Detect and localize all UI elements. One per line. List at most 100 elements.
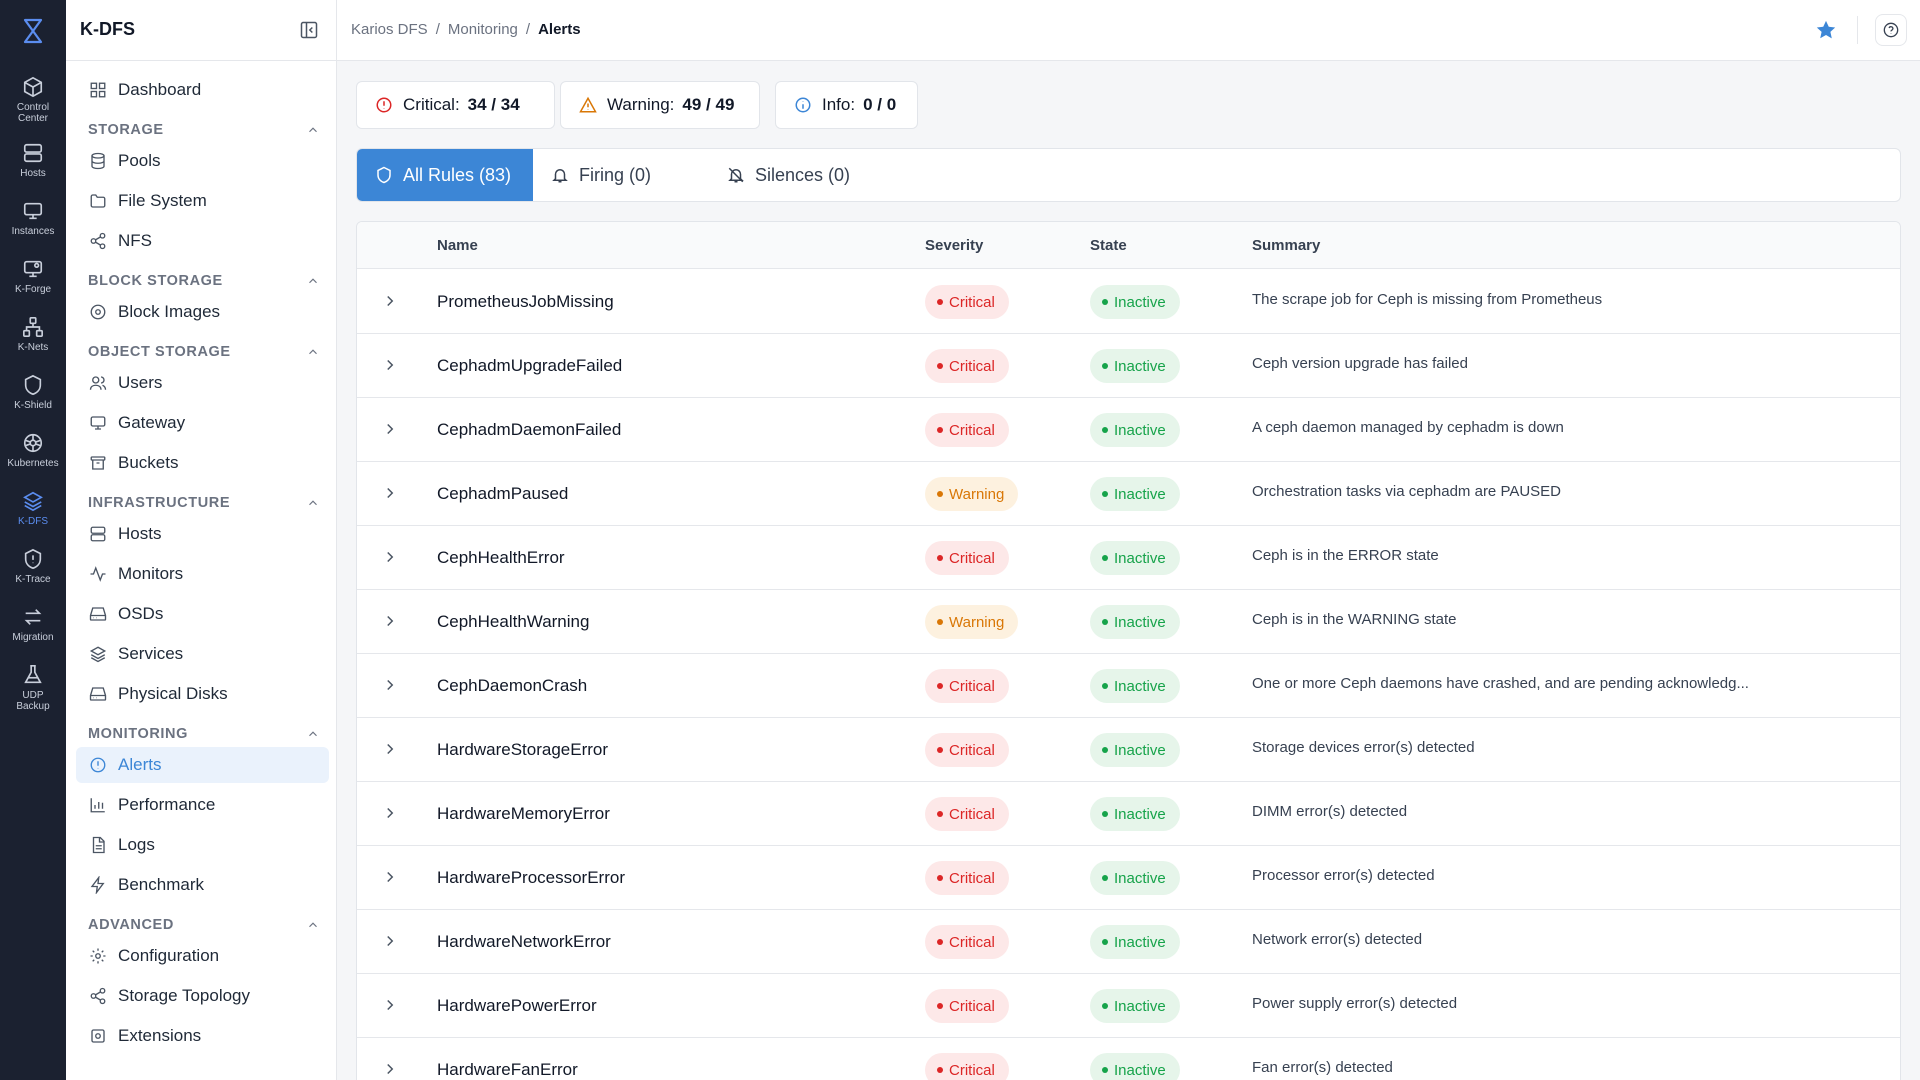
database-icon xyxy=(88,151,108,171)
table-row[interactable]: HardwareFanError Critical Inactive Fan erro… xyxy=(357,1038,1900,1080)
rail-item-migration[interactable]: Migration xyxy=(0,598,66,656)
section-monitoring[interactable]: MONITORING xyxy=(88,724,320,744)
table-row[interactable]: CephHealthWarning Warning Inactive Ceph is … xyxy=(357,590,1900,654)
chevron-right-icon[interactable] xyxy=(381,292,399,310)
tab-label: Firing (0) xyxy=(579,164,652,185)
table-row[interactable]: CephDaemonCrash Critical Inactive One or mo… xyxy=(357,654,1900,718)
chevron-right-icon[interactable] xyxy=(381,612,399,630)
column-header-state[interactable]: State xyxy=(1090,237,1127,254)
sidebar-item-alerts[interactable]: Alerts xyxy=(76,747,329,783)
sidebar-item-file-system[interactable]: File System xyxy=(76,183,329,219)
tab-firing[interactable]: Firing (0) xyxy=(533,149,669,201)
rail-item-instances[interactable]: Instances xyxy=(0,192,66,250)
state-badge: Inactive xyxy=(1090,733,1180,767)
sidebar-item-pools[interactable]: Pools xyxy=(76,143,329,179)
sidebar-item-physical-disks[interactable]: Physical Disks xyxy=(76,676,329,712)
table-row[interactable]: CephadmPaused Warning Inactive Orchestratio… xyxy=(357,462,1900,526)
layers-icon xyxy=(88,644,108,664)
sidebar-item-nfs[interactable]: NFS xyxy=(76,223,329,259)
shield-icon xyxy=(377,166,391,184)
chevron-right-icon[interactable] xyxy=(381,484,399,502)
top-bar: Karios DFS / Monitoring / Alerts xyxy=(337,0,1920,61)
sidebar-item-dashboard[interactable]: Dashboard xyxy=(76,72,329,108)
sidebar-item-gateway[interactable]: Gateway xyxy=(76,405,329,441)
sidebar-item-hosts[interactable]: Hosts xyxy=(76,516,329,552)
table-row[interactable]: HardwarePowerError Critical Inactive Power … xyxy=(357,974,1900,1038)
table-row[interactable]: HardwareMemoryError Critical Inactive DIMM … xyxy=(357,782,1900,846)
chevron-up-icon xyxy=(309,278,317,284)
app-logo-icon[interactable] xyxy=(0,0,66,62)
sidebar-item-label: Alerts xyxy=(118,755,162,774)
sidebar-item-benchmark[interactable]: Benchmark xyxy=(76,867,329,903)
section-object-storage[interactable]: OBJECT STORAGE xyxy=(88,342,320,362)
zap-icon xyxy=(88,875,108,895)
table-row[interactable]: CephadmUpgradeFailed Critical Inactive Ceph… xyxy=(357,334,1900,398)
sidebar-item-block-images[interactable]: Block Images xyxy=(76,294,329,330)
sidebar-item-extensions[interactable]: Extensions xyxy=(76,1018,329,1054)
chevron-right-icon[interactable] xyxy=(381,804,399,822)
state-label: Inactive xyxy=(1114,933,1166,951)
sidebar-item-storage-topology[interactable]: Storage Topology xyxy=(76,978,329,1014)
chevron-right-icon[interactable] xyxy=(381,932,399,950)
rail-item-k-trace[interactable]: K-Trace xyxy=(0,540,66,598)
sidebar-item-logs[interactable]: Logs xyxy=(76,827,329,863)
section-advanced[interactable]: ADVANCED xyxy=(88,915,320,935)
column-header-name[interactable]: Name xyxy=(437,237,478,254)
sidebar-item-configuration[interactable]: Configuration xyxy=(76,938,329,974)
tab-all-rules[interactable]: All Rules (83) xyxy=(357,149,533,201)
rule-name: HardwareProcessorError xyxy=(437,868,625,887)
sidebar-item-buckets[interactable]: Buckets xyxy=(76,445,329,481)
sidebar-item-users[interactable]: Users xyxy=(76,365,329,401)
severity-badge: Critical xyxy=(925,925,1009,959)
chevron-right-icon[interactable] xyxy=(381,868,399,886)
chevron-right-icon[interactable] xyxy=(381,676,399,694)
chevron-right-icon[interactable] xyxy=(381,740,399,758)
rail-item-udp-backup[interactable]: UDP Backup xyxy=(0,656,66,714)
severity-dot xyxy=(937,875,943,881)
state-label: Inactive xyxy=(1114,805,1166,823)
rail-item-k-nets[interactable]: K-Nets xyxy=(0,308,66,366)
favorite-star-icon[interactable] xyxy=(1815,19,1837,41)
sidebar-item-osds[interactable]: OSDs xyxy=(76,596,329,632)
breadcrumb-link-monitoring[interactable]: Monitoring xyxy=(448,21,518,38)
section-infrastructure[interactable]: INFRASTRUCTURE xyxy=(88,493,320,513)
section-storage[interactable]: STORAGE xyxy=(88,120,320,140)
state-badge: Inactive xyxy=(1090,477,1180,511)
chevron-right-icon[interactable] xyxy=(381,356,399,374)
table-row[interactable]: HardwareNetworkError Critical Inactive Netw… xyxy=(357,910,1900,974)
chevron-right-icon[interactable] xyxy=(381,996,399,1014)
chevron-right-icon[interactable] xyxy=(381,548,399,566)
rail-item-control-center[interactable]: Control Center xyxy=(0,68,66,126)
sidebar-collapse-icon[interactable] xyxy=(299,20,319,40)
rail-item-kubernetes[interactable]: Kubernetes xyxy=(0,424,66,482)
help-button[interactable] xyxy=(1875,14,1907,46)
breadcrumb-link-karios-dfs[interactable]: Karios DFS xyxy=(351,21,428,38)
state-dot xyxy=(1102,299,1108,305)
severity-label: Critical xyxy=(949,1061,995,1079)
column-header-severity[interactable]: Severity xyxy=(925,237,983,254)
section-block-storage[interactable]: BLOCK STORAGE xyxy=(88,271,320,291)
rail-item-hosts[interactable]: Hosts xyxy=(0,134,66,192)
tab-silences[interactable]: Silences (0) xyxy=(709,149,868,201)
rail-item-k-dfs[interactable]: K-DFS xyxy=(0,482,66,540)
rule-summary: Fan error(s) detected xyxy=(1252,1059,1393,1076)
table-row[interactable]: CephadmDaemonFailed Critical Inactive A cep… xyxy=(357,398,1900,462)
table-row[interactable]: HardwareStorageError Critical Inactive Stor… xyxy=(357,718,1900,782)
chevron-right-icon[interactable] xyxy=(381,420,399,438)
state-badge: Inactive xyxy=(1090,541,1180,575)
rail-label: UDP Backup xyxy=(16,690,50,712)
sidebar-item-monitors[interactable]: Monitors xyxy=(76,556,329,592)
file-text-icon xyxy=(88,835,108,855)
table-row[interactable]: CephHealthError Critical Inactive Ceph is i… xyxy=(357,526,1900,590)
critical-count: 34 / 34 xyxy=(467,95,520,114)
column-header-summary[interactable]: Summary xyxy=(1252,237,1320,254)
alert-circle-icon xyxy=(88,755,108,775)
rail-item-k-forge[interactable]: K-Forge xyxy=(0,250,66,308)
rail-item-k-shield[interactable]: K-Shield xyxy=(0,366,66,424)
sidebar-item-services[interactable]: Services xyxy=(76,636,329,672)
table-row[interactable]: HardwareProcessorError Critical Inactive Pr… xyxy=(357,846,1900,910)
chevron-right-icon[interactable] xyxy=(381,1060,399,1078)
sidebar-item-performance[interactable]: Performance xyxy=(76,787,329,823)
state-label: Inactive xyxy=(1114,613,1166,631)
table-row[interactable]: PrometheusJobMissing Critical Inactive The … xyxy=(357,270,1900,334)
